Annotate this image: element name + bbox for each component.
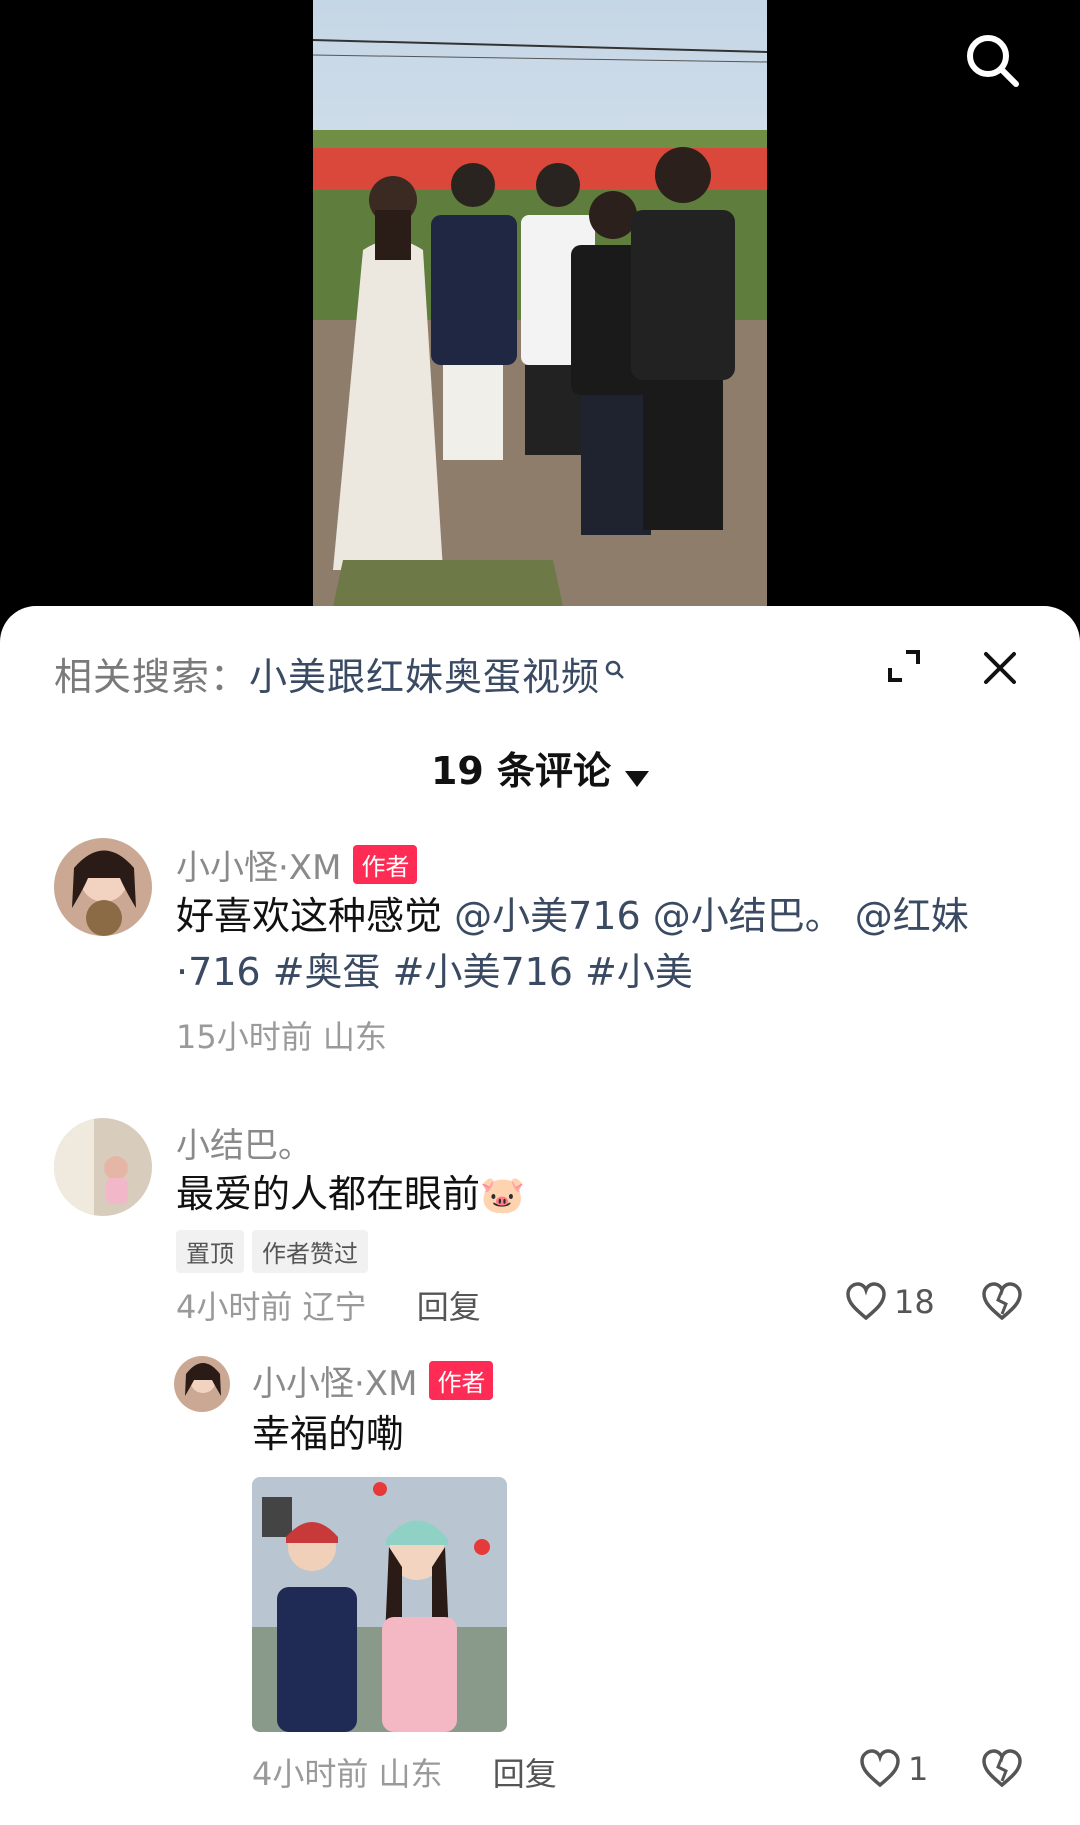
comment-location: 山东 <box>378 1755 443 1793</box>
related-search-prefix: 相关搜索： <box>54 655 250 699</box>
related-search[interactable]: 相关搜索：小美跟红妹奥蛋视频 <box>54 646 626 701</box>
pinned-tag: 置顶 <box>176 1230 244 1273</box>
like-count: 18 <box>894 1283 935 1321</box>
reply-button[interactable]: 回复 <box>493 1755 557 1793</box>
author-badge: 作者 <box>353 845 418 884</box>
comment-location: 山东 <box>322 1018 387 1056</box>
comment-text: 最爱的人都在眼前🐷 <box>176 1166 525 1224</box>
comment-count[interactable]: 19 条评论 <box>0 740 1080 796</box>
username-text[interactable]: 小小怪·XM <box>176 848 341 888</box>
author-badge: 作者 <box>429 1361 494 1400</box>
close-button[interactable] <box>982 650 1018 686</box>
comment-text: 好喜欢这种感觉 @小美716 @小结巴。 @红妹·716 #奥蛋 #小美716 … <box>176 888 1036 1000</box>
comment-time: 4小时前 <box>252 1755 369 1793</box>
reply-username[interactable]: 小小怪·XM 作者 <box>252 1356 494 1405</box>
comment-username[interactable]: 小结巴。 <box>176 1118 312 1167</box>
like-button[interactable]: 18 <box>844 1282 935 1322</box>
caret-down-icon <box>625 752 650 796</box>
related-search-query[interactable]: 小美跟红妹奥蛋视频 <box>249 655 600 699</box>
comment-meta: 4小时前 辽宁 回复 <box>176 1282 481 1328</box>
pig-emoji: 🐷 <box>480 1175 525 1216</box>
reply-photo <box>252 1477 507 1732</box>
video-photo <box>313 0 767 606</box>
comment-body: 好喜欢这种感觉 <box>176 894 443 938</box>
reply-image[interactable] <box>252 1477 507 1732</box>
reply-button[interactable]: 回复 <box>417 1288 481 1326</box>
username-text[interactable]: 小小怪·XM <box>252 1364 417 1404</box>
avatar[interactable] <box>174 1356 230 1412</box>
close-icon <box>984 652 1016 684</box>
like-count: 1 <box>908 1750 929 1788</box>
search-icon <box>604 646 626 690</box>
expand-icon <box>888 650 920 682</box>
broken-heart-icon <box>982 1282 1022 1321</box>
comment-username[interactable]: 小小怪·XM 作者 <box>176 840 418 889</box>
heart-icon <box>860 1749 900 1788</box>
reply-meta: 4小时前 山东 回复 <box>252 1749 557 1795</box>
avatar[interactable] <box>54 1118 152 1216</box>
comment-body: 最爱的人都在眼前 <box>176 1172 481 1216</box>
broken-heart-icon <box>982 1749 1022 1788</box>
video-player[interactable] <box>0 0 1080 620</box>
dislike-button[interactable] <box>980 1749 1024 1793</box>
reply-text: 幸福的嘞 <box>252 1412 405 1456</box>
author-liked-tag: 作者赞过 <box>252 1230 368 1273</box>
search-icon <box>967 35 1019 87</box>
comment-count-label: 19 条评论 <box>430 749 612 793</box>
username-text[interactable]: 小结巴。 <box>176 1126 312 1166</box>
comment-time: 15小时前 <box>176 1018 313 1056</box>
search-button[interactable] <box>962 30 1022 90</box>
expand-button[interactable] <box>884 646 924 686</box>
avatar[interactable] <box>54 838 152 936</box>
heart-icon <box>846 1282 886 1321</box>
like-button[interactable]: 1 <box>858 1749 928 1789</box>
comment-sheet: 相关搜索：小美跟红妹奥蛋视频 19 条评论 小小怪·XM 作者 好喜欢这种感觉 @… <box>0 606 1080 1825</box>
dislike-button[interactable] <box>980 1282 1024 1326</box>
comment-time: 4小时前 <box>176 1288 293 1326</box>
video-thumbnail[interactable] <box>313 0 767 606</box>
comment-meta: 15小时前 山东 <box>176 1012 387 1058</box>
comment-location: 辽宁 <box>302 1288 367 1326</box>
